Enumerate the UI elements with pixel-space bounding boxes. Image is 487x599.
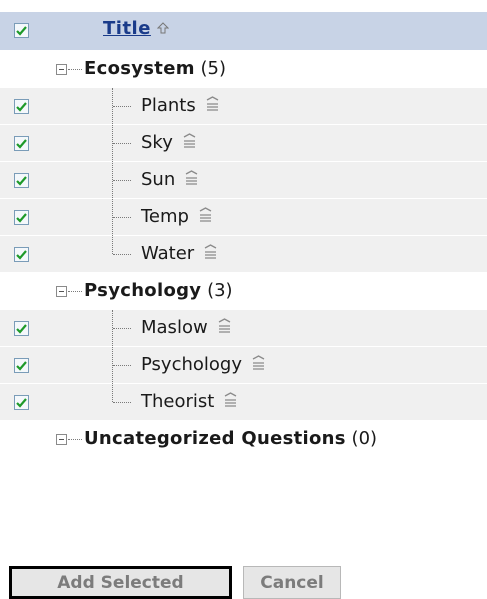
checkmark-icon — [16, 212, 27, 223]
tree-connector — [113, 365, 131, 366]
question-label[interactable]: Temp — [141, 206, 189, 227]
category-row: Psychology (3) — [0, 273, 487, 310]
select-all-checkbox[interactable] — [14, 23, 29, 38]
category-name: Psychology — [84, 280, 202, 301]
checkmark-icon — [16, 397, 27, 408]
category-count: (3) — [207, 280, 233, 301]
question-checkbox[interactable] — [14, 358, 29, 373]
question-label[interactable]: Water — [141, 243, 194, 264]
question-item[interactable]: Theorist — [141, 391, 237, 412]
question-row: Water — [0, 236, 487, 273]
checkmark-icon — [16, 360, 27, 371]
category-label: Ecosystem (5) — [84, 58, 226, 79]
tree-connector — [113, 217, 131, 218]
tree-guide-line — [112, 88, 113, 254]
question-row: Psychology — [0, 347, 487, 384]
question-item[interactable]: Maslow — [141, 317, 231, 338]
category-label: Psychology (3) — [84, 280, 233, 301]
tree-connector — [113, 402, 131, 403]
row-menu-icon[interactable] — [204, 243, 217, 264]
question-item[interactable]: Plants — [141, 95, 219, 116]
row-menu-icon[interactable] — [185, 169, 198, 190]
question-item[interactable]: Temp — [141, 206, 212, 227]
question-checkbox[interactable] — [14, 173, 29, 188]
row-menu-icon[interactable] — [206, 95, 219, 116]
tree-connector — [68, 439, 82, 440]
header-row: Title — [0, 12, 487, 50]
row-menu-icon[interactable] — [252, 354, 265, 375]
question-label[interactable]: Maslow — [141, 317, 208, 338]
checkmark-icon — [16, 101, 27, 112]
question-checkbox[interactable] — [14, 136, 29, 151]
category-count: (5) — [200, 58, 227, 79]
question-checkbox[interactable] — [14, 210, 29, 225]
tree-connector — [113, 106, 131, 107]
question-checkbox[interactable] — [14, 99, 29, 114]
sort-up-icon[interactable] — [156, 18, 170, 39]
row-menu-icon[interactable] — [224, 391, 237, 412]
question-label[interactable]: Plants — [141, 95, 196, 116]
question-label[interactable]: Sky — [141, 132, 173, 153]
row-menu-icon[interactable] — [183, 132, 196, 153]
row-menu-icon[interactable] — [218, 317, 231, 338]
question-label[interactable]: Psychology — [141, 354, 242, 375]
tree-connector — [113, 328, 131, 329]
tree-guide-line — [112, 310, 113, 402]
tree-connector — [113, 180, 131, 181]
question-checkbox[interactable] — [14, 247, 29, 262]
question-item[interactable]: Water — [141, 243, 217, 264]
question-row: Sun — [0, 162, 487, 199]
question-item[interactable]: Sun — [141, 169, 198, 190]
tree-connector — [68, 291, 82, 292]
row-menu-icon[interactable] — [199, 206, 212, 227]
question-label[interactable]: Theorist — [141, 391, 214, 412]
question-label[interactable]: Sun — [141, 169, 175, 190]
tree-connector — [113, 143, 131, 144]
collapse-icon[interactable] — [56, 434, 67, 445]
category-label: Uncategorized Questions (0) — [84, 428, 377, 449]
category-row: Uncategorized Questions (0) — [0, 421, 487, 458]
checkmark-icon — [16, 175, 27, 186]
collapse-icon[interactable] — [56, 64, 67, 75]
checkmark-icon — [16, 323, 27, 334]
cancel-button[interactable]: Cancel — [243, 566, 341, 599]
checkmark-icon — [16, 138, 27, 149]
tree-connector — [68, 69, 82, 70]
tree-connector — [113, 254, 131, 255]
title-label[interactable]: Title — [103, 18, 151, 39]
add-selected-button[interactable]: Add Selected — [9, 566, 232, 599]
question-checkbox[interactable] — [14, 321, 29, 336]
category-row: Ecosystem (5) — [0, 51, 487, 88]
question-checkbox[interactable] — [14, 395, 29, 410]
question-row: Temp — [0, 199, 487, 236]
checkmark-icon — [16, 25, 27, 36]
question-row: Maslow — [0, 310, 487, 347]
question-row: Theorist — [0, 384, 487, 421]
question-item[interactable]: Psychology — [141, 354, 265, 375]
collapse-icon[interactable] — [56, 286, 67, 297]
question-item[interactable]: Sky — [141, 132, 196, 153]
category-name: Ecosystem — [84, 58, 195, 79]
category-count: (0) — [351, 428, 378, 449]
question-row: Sky — [0, 125, 487, 162]
checkmark-icon — [16, 249, 27, 260]
question-row: Plants — [0, 88, 487, 125]
category-name: Uncategorized Questions — [84, 428, 346, 449]
title-sort-link[interactable]: Title — [103, 18, 170, 39]
